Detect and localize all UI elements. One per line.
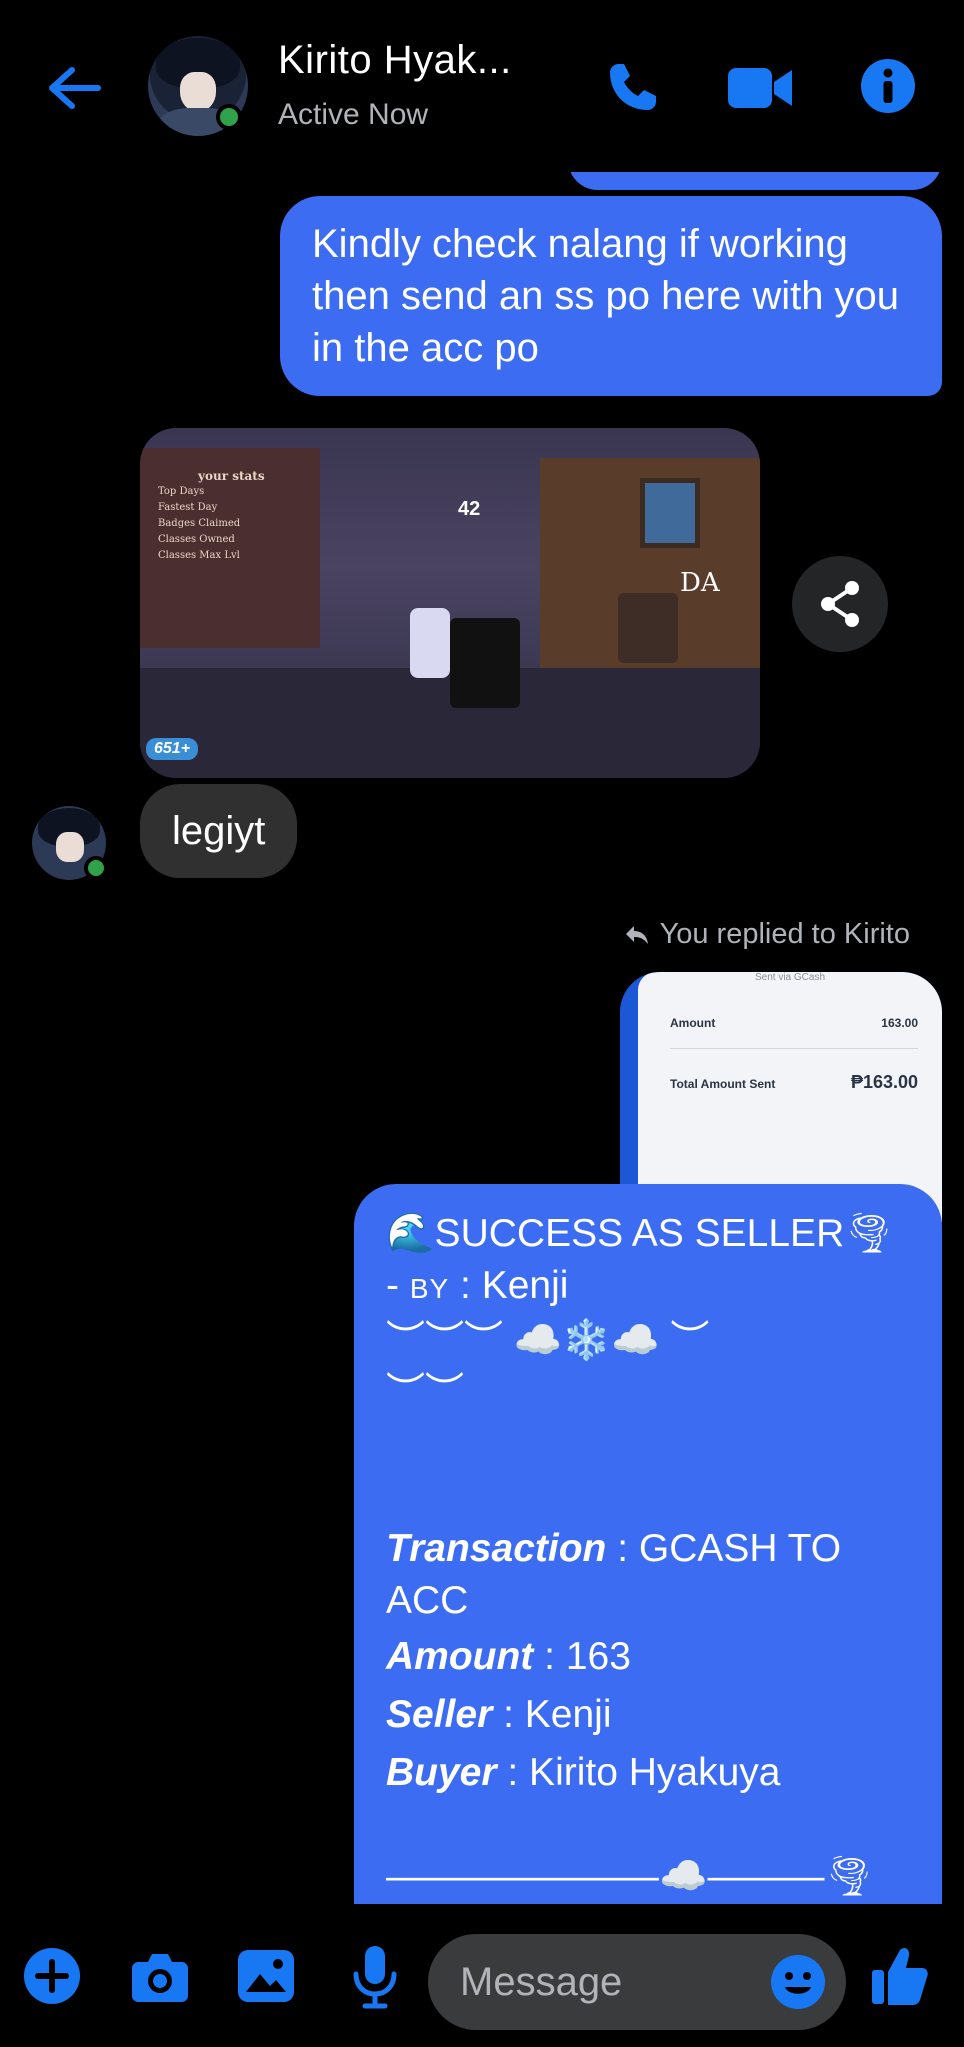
camera-icon[interactable]	[130, 1948, 190, 2004]
online-indicator	[84, 856, 108, 880]
success-decoration: ︶︶︶ ☁️❄️☁️ ︶	[386, 1319, 710, 1362]
share-icon	[821, 581, 859, 627]
receipt-amount-row: Amount 163.00	[670, 1016, 918, 1030]
reply-indicator: You replied to Kirito	[624, 918, 910, 951]
active-status: Active Now	[278, 98, 429, 131]
success-divider: ―――――――☁️―――🌪	[386, 1855, 875, 1898]
contact-name[interactable]: Kirito Hyak...	[278, 38, 512, 83]
receipt-total-value: ₱163.00	[850, 1072, 918, 1092]
seller-line: Seller : Kenji	[386, 1693, 612, 1736]
success-by-line: - BY : Kenji	[386, 1264, 569, 1307]
video-call-icon[interactable]	[726, 62, 794, 114]
photo-window	[640, 478, 700, 548]
back-arrow-icon[interactable]	[46, 64, 102, 112]
microphone-icon[interactable]	[350, 1944, 400, 2010]
receipt-amount-label: Amount	[670, 1016, 716, 1030]
phone-call-icon[interactable]	[604, 60, 660, 116]
receipt-sent-via: Sent via GCash	[754, 972, 826, 983]
sent-success-message[interactable]: 🌊SUCCESS AS SELLER🌪 - BY : Kenji ︶︶︶ ☁️❄…	[354, 1184, 942, 1904]
photo-counter: 42	[458, 498, 481, 520]
reply-arrow-icon	[625, 925, 648, 944]
transaction-line: Transaction : GCASH TO ACC	[386, 1527, 842, 1622]
success-decoration: ︶︶	[386, 1371, 465, 1414]
photo-character	[410, 608, 450, 678]
amount-line: Amount : 163	[386, 1635, 631, 1678]
emoji-icon[interactable]	[770, 1954, 826, 2010]
photo-gem-count: 651+	[146, 738, 199, 760]
photo-character	[450, 618, 520, 708]
plus-icon[interactable]	[22, 1946, 82, 2006]
photo-stats-board: your stats Top Days Fastest Day Badges C…	[158, 469, 265, 561]
thumbs-up-icon[interactable]	[870, 1944, 930, 2008]
buyer-line: Buyer : Kirito Hyakuya	[386, 1751, 781, 1794]
info-icon[interactable]	[860, 58, 916, 114]
receipt-amount-value: 163.00	[881, 1016, 918, 1030]
shared-photo[interactable]: your stats Top Days Fastest Day Badges C…	[140, 428, 760, 778]
chat-header: Kirito Hyak... Active Now	[0, 0, 964, 172]
online-indicator	[216, 104, 242, 130]
success-title: 🌊SUCCESS AS SELLER🌪	[386, 1212, 894, 1255]
photo-character	[618, 593, 678, 663]
receipt-total-row: Total Amount Sent ₱163.00	[670, 1072, 918, 1093]
message-input[interactable]	[460, 1934, 760, 2030]
receipt-total-label: Total Amount Sent	[670, 1077, 776, 1091]
gallery-icon[interactable]	[236, 1948, 296, 2004]
received-message[interactable]: legiyt	[140, 784, 298, 878]
sent-message[interactable]: Kindly check nalang if working then send…	[280, 196, 942, 396]
reply-label: You replied to Kirito	[659, 918, 910, 950]
share-button[interactable]	[792, 556, 888, 652]
photo-sign: DA	[680, 568, 720, 598]
